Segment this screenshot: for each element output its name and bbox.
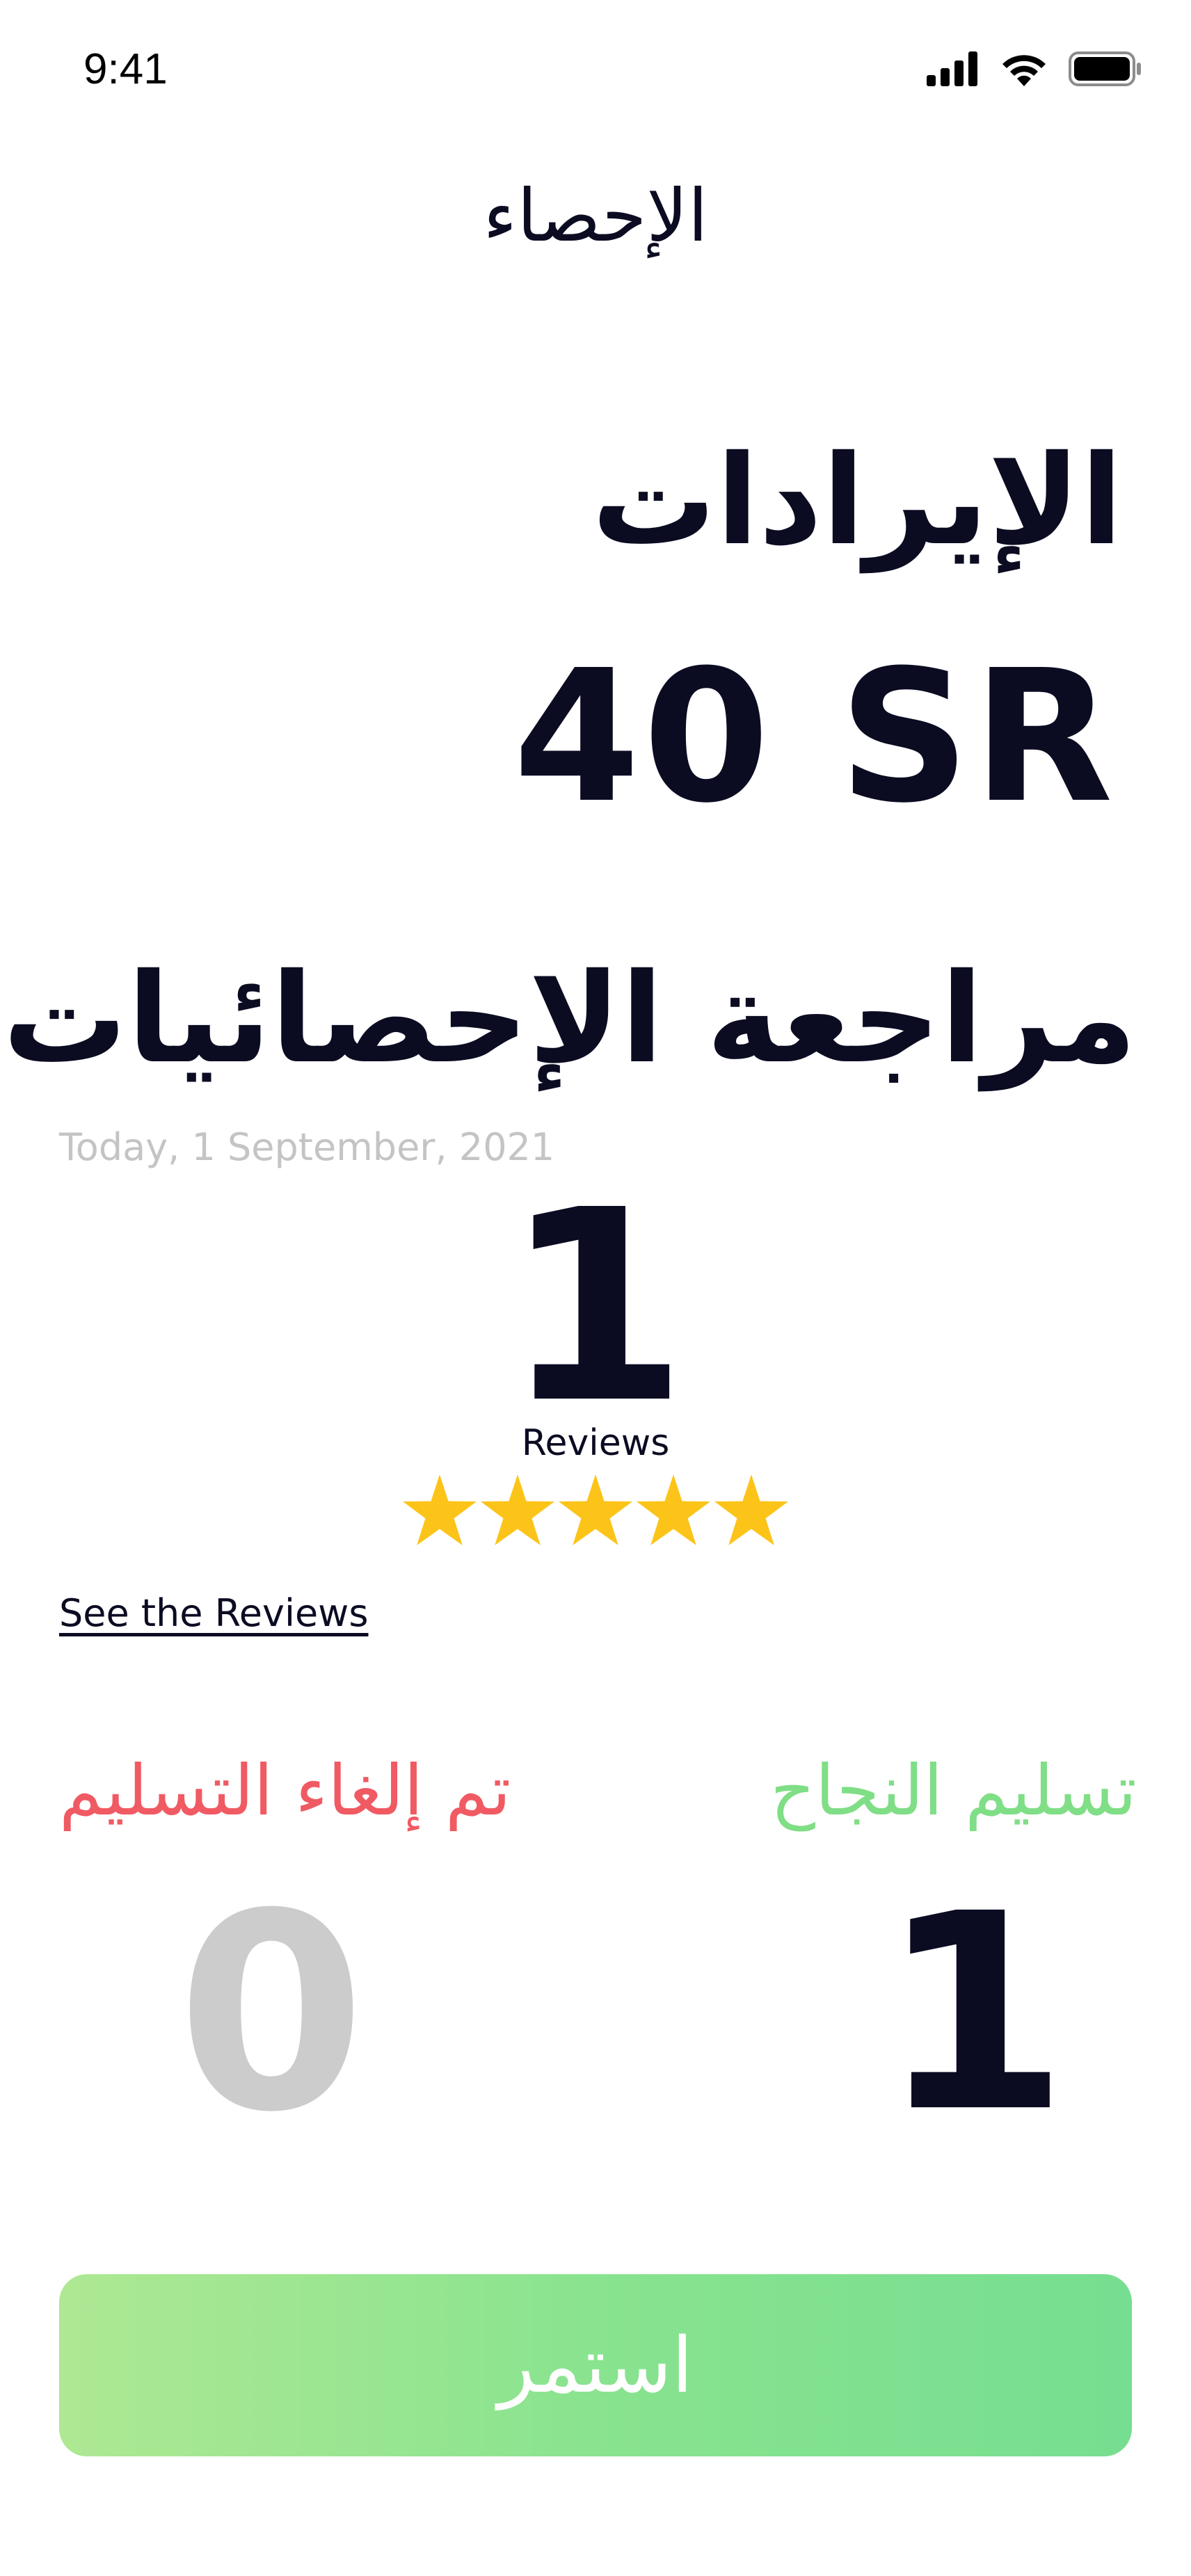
reviews-count: 1 <box>503 1153 688 1461</box>
cancelled-delivery-count: 0 <box>177 1855 366 2171</box>
success-delivery-count: 1 <box>879 1855 1069 2171</box>
revenue-label: الإيرادات <box>591 428 1123 572</box>
signal-icon <box>927 51 980 89</box>
rating-stars <box>0 1474 1191 1545</box>
star-icon <box>714 1474 788 1545</box>
page-title: الإحصاء <box>483 173 708 258</box>
status-icons <box>927 51 1142 89</box>
see-reviews-link[interactable]: See the Reviews <box>59 1589 368 1638</box>
revenue-value: 40 SR <box>513 631 1116 843</box>
cancelled-delivery-label: تم إلغاء التسليم <box>59 1750 511 1831</box>
date-text: Today, 1 September, 2021 <box>59 1125 555 1169</box>
success-delivery-label: تسليم النجاح <box>770 1750 1137 1831</box>
statistics-title: مراجعة الإحصائيات <box>3 947 1137 1090</box>
continue-button[interactable]: استمر <box>59 2274 1132 2456</box>
continue-button-label: استمر <box>497 2321 694 2410</box>
star-icon <box>637 1474 710 1545</box>
battery-icon <box>1069 51 1142 89</box>
star-icon <box>481 1474 554 1545</box>
star-icon <box>559 1474 632 1545</box>
wifi-icon <box>1000 51 1048 89</box>
star-icon <box>403 1474 477 1545</box>
status-time: 9:41 <box>83 45 168 93</box>
reviews-label: Reviews <box>521 1422 670 1464</box>
